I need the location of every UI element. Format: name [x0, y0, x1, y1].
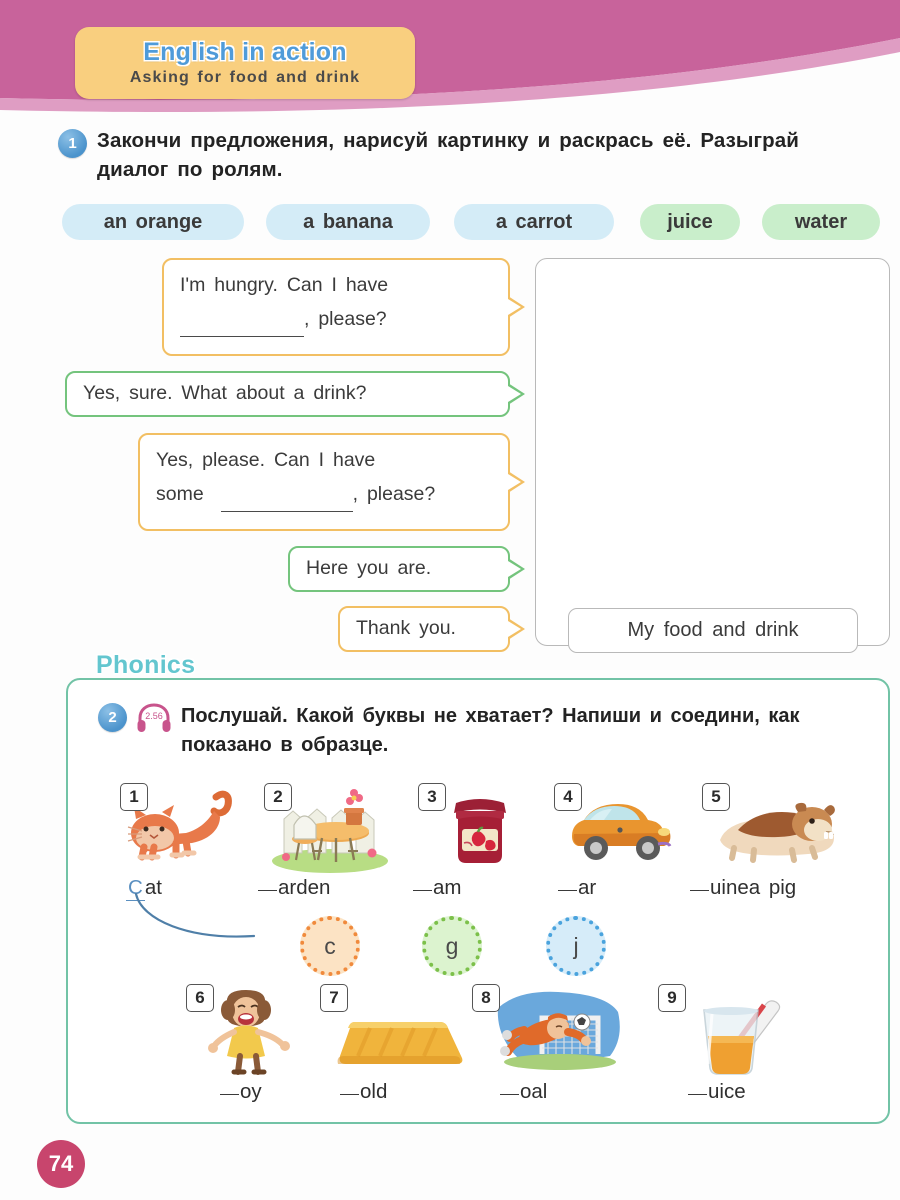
- dialogue-bubble-2: Yes, sure. What about a drink?: [65, 371, 525, 417]
- phonics-section: 2 2.56 Послушай. Какой буквы не хватает?…: [66, 678, 890, 1124]
- letter-circle-c[interactable]: c: [300, 916, 360, 976]
- phonics-item-2-blank[interactable]: [258, 890, 277, 891]
- dialogue-bubble-3-line2: some , please?: [156, 478, 492, 513]
- goal-keeper-icon: [488, 986, 628, 1074]
- letter-circle-j[interactable]: j: [546, 916, 606, 976]
- phonics-item-4-number: 4: [554, 783, 582, 811]
- phonics-item-7-rest: old: [360, 1080, 388, 1103]
- phonics-item-8-number: 8: [472, 984, 500, 1012]
- dialogue-bubble-4-line1: Here you are.: [306, 556, 432, 579]
- bubble-tail-inner-icon: [508, 621, 521, 637]
- headphones-audio-icon[interactable]: 2.56: [136, 703, 172, 733]
- workbook-page: English in action Asking for food and dr…: [0, 0, 900, 1200]
- dialogue-bubble-1-line1: I'm hungry. Can I have: [180, 274, 389, 296]
- exercise-1-number-badge: 1: [58, 129, 87, 158]
- dialogue-bubble-3-line1: Yes, please. Can I have: [156, 449, 376, 471]
- phonics-item-9-word[interactable]: uice: [688, 1080, 746, 1104]
- answer-blank-drink[interactable]: [220, 478, 353, 513]
- phonics-item-9-number: 9: [658, 984, 686, 1012]
- phonics-item-7-word[interactable]: old: [340, 1080, 387, 1104]
- dialogue-bubble-3-line2-pre: some: [156, 482, 204, 505]
- exercise-1-header: 1 Закончи предложения, нарисуй картинку …: [58, 126, 848, 185]
- phonics-item-9-rest: uice: [708, 1080, 746, 1103]
- girl-joy-icon: [202, 986, 298, 1078]
- drawing-frame[interactable]: [535, 258, 890, 646]
- phonics-item-8-word[interactable]: oal: [500, 1080, 547, 1104]
- word-chip-a-banana[interactable]: a banana: [266, 204, 430, 240]
- phonics-item-6-blank[interactable]: [220, 1094, 239, 1095]
- dialogue-bubble-3-line2-post: , please?: [352, 482, 436, 505]
- phonics-item-7-blank[interactable]: [340, 1094, 359, 1095]
- phonics-item-5-blank[interactable]: [690, 890, 709, 891]
- exercise-2: 2 2.56 Послушай. Какой буквы не хватает?…: [98, 702, 868, 760]
- dialogue-bubble-3: Yes, please. Can I have some , please?: [138, 433, 525, 531]
- exercise-1: 1 Закончи предложения, нарисуй картинку …: [58, 126, 848, 185]
- phonics-item-2-number: 2: [264, 783, 292, 811]
- dialogue-bubble-1-line2: , please?: [180, 303, 492, 338]
- exercise-2-header: 2 2.56 Послушай. Какой буквы не хватает?…: [98, 702, 868, 760]
- dialogue-bubble-1: I'm hungry. Can I have , please?: [162, 258, 525, 356]
- bubble-tail-inner-icon: [508, 561, 521, 577]
- exercise-1-instruction: Закончи предложения, нарисуй картинку и …: [97, 129, 799, 182]
- phonics-section-label: Phonics: [96, 651, 196, 679]
- phonics-item-3-number: 3: [418, 783, 446, 811]
- juice-glass-icon: [678, 986, 788, 1076]
- audio-track-number: 2.56: [145, 711, 163, 721]
- phonics-item-1-number: 1: [120, 783, 148, 811]
- phonics-item-7-number: 7: [320, 984, 348, 1012]
- phonics-item-5-word[interactable]: uinea pig: [690, 876, 796, 900]
- phonics-item-6-number: 6: [186, 984, 214, 1012]
- bubble-tail-inner-icon: [508, 474, 521, 490]
- phonics-item-4-blank[interactable]: [558, 890, 577, 891]
- dialogue-bubble-5-line1: Thank you.: [356, 616, 456, 639]
- word-chip-water[interactable]: water: [762, 204, 880, 240]
- english-in-action-badge: English in action Asking for food and dr…: [75, 27, 415, 99]
- phonics-item-5-number: 5: [702, 783, 730, 811]
- dialogue-bubble-5: Thank you.: [338, 606, 525, 652]
- word-chip-juice[interactable]: juice: [640, 204, 740, 240]
- phonics-item-5-rest: uinea pig: [710, 876, 797, 899]
- dialogue-bubble-1-line2-post: , please?: [304, 307, 387, 330]
- word-bank: an orange a banana a carrot juice water: [62, 204, 892, 240]
- drawing-frame-label: My food and drink: [568, 608, 858, 653]
- english-in-action-title: English in action: [143, 38, 347, 67]
- bubble-tail-inner-icon: [508, 386, 521, 402]
- word-chip-a-carrot[interactable]: a carrot: [454, 204, 614, 240]
- exercise-2-instruction: Послушай. Какой буквы не хватает? Напиши…: [181, 705, 800, 756]
- phonics-item-4-rest: ar: [578, 876, 597, 899]
- bubble-tail-inner-icon: [508, 299, 521, 315]
- phonics-item-3-word[interactable]: am: [413, 876, 461, 900]
- phonics-item-8-rest: oal: [520, 1080, 548, 1103]
- gold-bar-icon: [330, 1010, 470, 1072]
- phonics-item-6-rest: oy: [240, 1080, 262, 1103]
- page-number: 74: [37, 1140, 85, 1188]
- phonics-item-3-blank[interactable]: [413, 890, 432, 891]
- exercise-2-number-badge: 2: [98, 703, 127, 732]
- dialogue-bubble-4: Here you are.: [288, 546, 525, 592]
- phonics-item-4-word[interactable]: ar: [558, 876, 596, 900]
- phonics-item-6-word[interactable]: oy: [220, 1080, 262, 1104]
- phonics-item-9-blank[interactable]: [688, 1094, 707, 1095]
- phonics-item-3-rest: am: [433, 876, 462, 899]
- phonics-item-8-blank[interactable]: [500, 1094, 519, 1095]
- dialogue-bubble-2-line1: Yes, sure. What about a drink?: [83, 381, 367, 404]
- word-chip-an-orange[interactable]: an orange: [62, 204, 244, 240]
- letter-circle-g[interactable]: g: [422, 916, 482, 976]
- answer-blank-food[interactable]: [180, 303, 304, 338]
- english-in-action-subtitle: Asking for food and drink: [129, 68, 361, 86]
